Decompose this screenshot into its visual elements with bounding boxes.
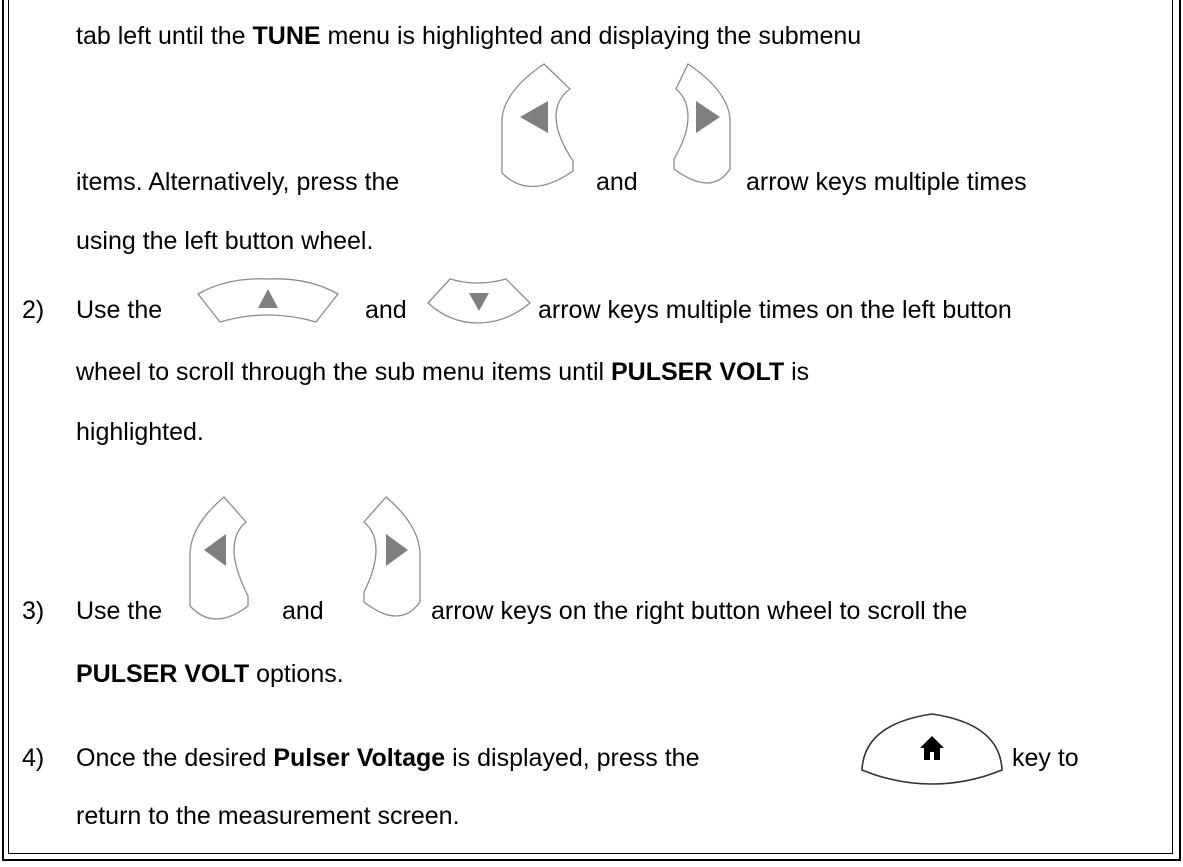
text: menu is highlighted and displaying the s… [320, 22, 862, 50]
step3-line1-b: arrow keys on the right button wheel to … [431, 597, 968, 625]
step2-line1-a: Use the [76, 296, 163, 324]
left-arrow-key-icon [188, 494, 250, 632]
right-arrow-key-icon [360, 494, 422, 632]
step2-line2: wheel to scroll through the sub menu ite… [76, 357, 809, 387]
text: options. [249, 660, 344, 688]
home-key-icon [860, 712, 1004, 786]
step2-line3: highlighted. [76, 418, 204, 446]
up-arrow-key-icon [196, 277, 340, 327]
step3-line2: PULSER VOLT options. [76, 659, 344, 689]
tune-menu-label: TUNE [252, 22, 321, 50]
pulser-voltage-label: Pulser Voltage [273, 744, 446, 772]
step1-line3: using the left button wheel. [76, 227, 374, 255]
step2-number: 2) [22, 296, 45, 324]
step4-number: 4) [22, 744, 45, 772]
step1-line2-a: items. Alternatively, press the [76, 168, 400, 196]
step1-line1: tab left until the TUNE menu is highligh… [76, 21, 861, 51]
pulser-volt-label: PULSER VOLT [611, 358, 785, 386]
step1-line2-b: arrow keys multiple times [746, 168, 1027, 196]
step4-line1: Once the desired Pulser Voltage is displ… [76, 743, 699, 773]
text: wheel to scroll through the sub menu ite… [76, 358, 611, 386]
text: Once the desired [76, 744, 274, 772]
step2-line1-b: arrow keys multiple times on the left bu… [538, 296, 1012, 324]
pulser-volt-label: PULSER VOLT [76, 660, 250, 688]
step1-and: and [596, 168, 638, 196]
step2-and: and [365, 296, 407, 324]
text: is [784, 358, 810, 386]
step3-line1-a: Use the [76, 597, 163, 625]
step4-line2: return to the measurement screen. [76, 802, 460, 830]
text: is displayed, press the [445, 744, 700, 772]
left-arrow-key-icon [500, 61, 576, 199]
right-arrow-key-icon [672, 61, 732, 199]
step3-and: and [282, 597, 324, 625]
down-arrow-key-icon [426, 277, 532, 327]
step4-line1-end: key to [1012, 744, 1079, 772]
step3-number: 3) [22, 597, 45, 625]
text: tab left until the [76, 22, 253, 50]
